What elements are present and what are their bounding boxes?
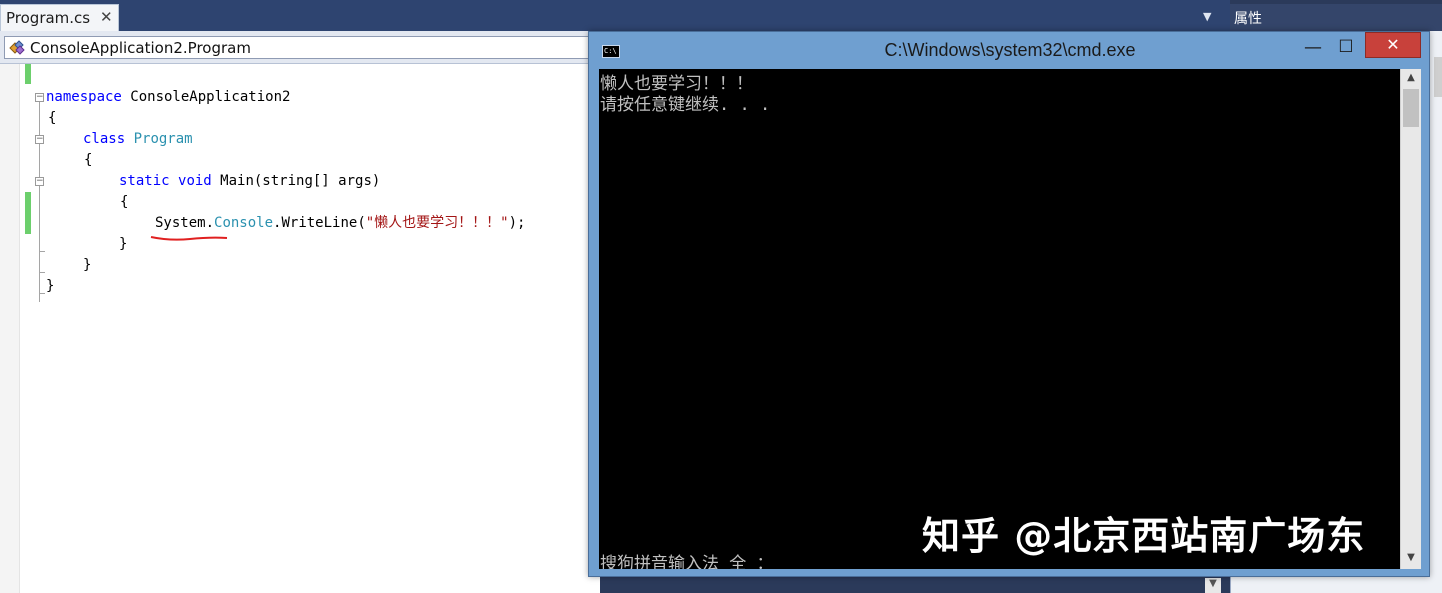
- close-icon[interactable]: ✕: [100, 8, 113, 26]
- ime-status-text: 搜狗拼音输入法 全 ：: [600, 554, 774, 569]
- console-output[interactable]: 懒人也要学习！！！ 请按任意键继续. . . 搜狗拼音输入法 全 ： 知乎 @北…: [599, 69, 1400, 569]
- properties-header: 属性: [1230, 4, 1442, 31]
- close-button[interactable]: ✕: [1365, 32, 1421, 58]
- code-line-main: static void Main(string[] args): [119, 173, 381, 189]
- scroll-down-icon[interactable]: ▼: [1205, 578, 1221, 593]
- fold-toggle-icon[interactable]: −: [35, 135, 44, 144]
- console-line: 请按任意键继续. . .: [600, 95, 771, 115]
- console-scrollbar[interactable]: ▲ ▼: [1400, 69, 1421, 569]
- annotation-underline: [150, 236, 228, 241]
- properties-title: 属性: [1234, 11, 1262, 27]
- editor-margin: [0, 64, 20, 593]
- minimize-button[interactable]: —: [1303, 37, 1323, 58]
- scroll-up-icon[interactable]: ▲: [1401, 69, 1421, 87]
- fold-end: [39, 251, 45, 252]
- class-dropdown[interactable]: ConsoleApplication2.Program: [4, 36, 594, 59]
- fold-end: [39, 293, 45, 294]
- fold-end: [39, 272, 45, 273]
- watermark: 知乎 @北京西站南广场东: [922, 514, 1366, 558]
- code-line-brace: {: [84, 152, 93, 168]
- tab-dropdown-icon[interactable]: ▼: [1203, 10, 1211, 23]
- code-editor[interactable]: − − − namespace ConsoleApplication2 { cl…: [0, 64, 600, 593]
- fold-toggle-icon[interactable]: −: [35, 177, 44, 186]
- maximize-button[interactable]: ☐: [1336, 37, 1356, 57]
- class-icon: [9, 40, 25, 55]
- code-line-brace: {: [48, 110, 57, 126]
- code-line-brace: }: [119, 236, 128, 252]
- code-line-brace: {: [120, 194, 129, 210]
- document-tab-strip: Program.cs ✕ ▼: [0, 0, 1230, 31]
- scroll-thumb[interactable]: [1403, 89, 1419, 127]
- code-line-brace: }: [83, 257, 92, 273]
- fold-toggle-icon[interactable]: −: [35, 93, 44, 102]
- code-line-brace: }: [46, 278, 55, 294]
- class-path-text: ConsoleApplication2.Program: [30, 39, 251, 57]
- properties-scrollbar[interactable]: [1434, 57, 1442, 97]
- code-line-writeline: System.Console.WriteLine("懒人也要学习！！！");: [155, 215, 526, 231]
- scroll-down-icon[interactable]: ▼: [1401, 549, 1421, 567]
- change-indicator: [25, 192, 31, 234]
- code-line-class: class Program: [83, 131, 193, 147]
- code-line-namespace: namespace ConsoleApplication2: [46, 89, 291, 105]
- tab-program-cs[interactable]: Program.cs ✕: [0, 4, 119, 31]
- tab-label: Program.cs: [6, 9, 91, 27]
- cmd-window[interactable]: C:\ C:\Windows\system32\cmd.exe — ☐ ✕ 懒人…: [588, 31, 1430, 577]
- change-indicator: [25, 64, 31, 84]
- navigation-bar: ConsoleApplication2.Program: [0, 31, 600, 64]
